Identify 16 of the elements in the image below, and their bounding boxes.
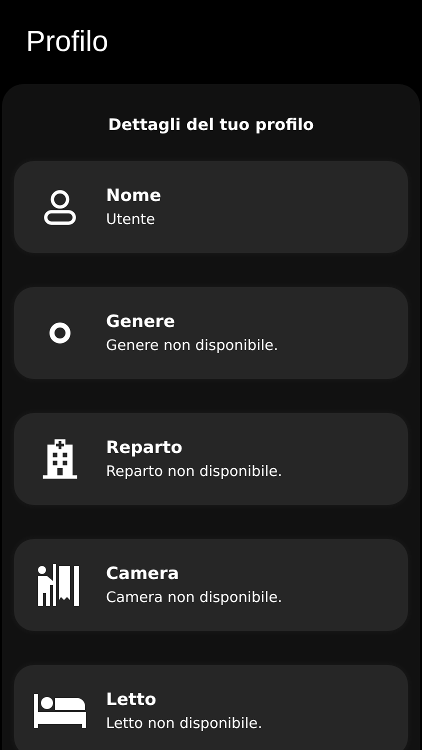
hospital-icon bbox=[42, 438, 78, 480]
field-value: Letto non disponibile. bbox=[106, 716, 262, 732]
bed-icon bbox=[34, 694, 86, 728]
page-title: Profilo bbox=[26, 26, 108, 58]
field-value: Camera non disponibile. bbox=[106, 590, 282, 606]
field-label: Reparto bbox=[106, 438, 184, 458]
field-label: Letto bbox=[106, 690, 158, 710]
field-value: Utente bbox=[106, 212, 156, 228]
person-icon bbox=[41, 188, 79, 226]
ring-icon bbox=[48, 321, 72, 345]
field-value: Genere non disponibile. bbox=[106, 338, 278, 354]
field-value: Reparto non disponibile. bbox=[106, 464, 282, 480]
field-label: Nome bbox=[106, 186, 162, 206]
section-heading: Dettagli del tuo profilo bbox=[107, 114, 315, 136]
field-label: Genere bbox=[106, 312, 176, 332]
field-label: Camera bbox=[106, 564, 180, 584]
